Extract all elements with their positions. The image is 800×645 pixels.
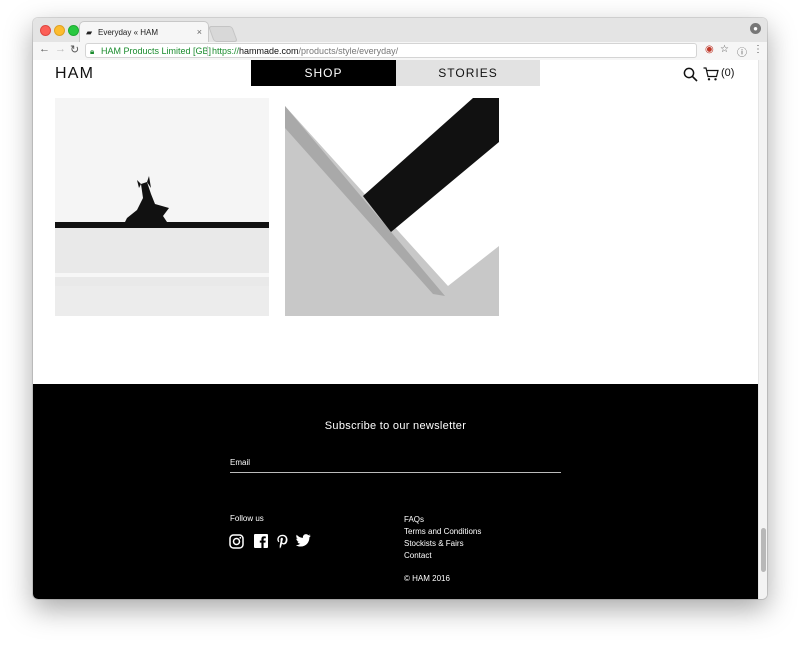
close-window-button[interactable] [40,25,51,36]
link-contact[interactable]: Contact [404,550,481,562]
page-scrollbar[interactable] [758,60,767,599]
page-viewport: HAM SHOP STORIES (0) Subscribe to our ne… [33,60,758,599]
product-image-rabbit[interactable] [55,98,269,316]
email-field[interactable]: Email [230,458,561,473]
nav-stories[interactable]: STORIES [396,60,540,86]
maximize-window-button[interactable] [68,25,79,36]
search-icon[interactable] [683,67,698,82]
cart-count: (0) [721,67,735,79]
menu-icon[interactable]: ⋮ [753,44,763,55]
browser-window: ▰ Everyday « HAM × ● ← → ↻ 🔒︎ HAM Produc… [33,18,767,599]
footer-links: FAQs Terms and Conditions Stockists & Fa… [404,514,481,562]
copyright: © HAM 2016 [404,574,450,583]
browser-tab[interactable]: ▰ Everyday « HAM × [79,21,209,43]
title-bar: ▰ Everyday « HAM × ● [33,18,767,43]
pinterest-icon[interactable] [276,534,289,549]
lock-icon: 🔒︎ [90,47,95,56]
browser-toolbar: ← → ↻ 🔒︎ HAM Products Limited [GB] https… [33,42,767,61]
instagram-icon[interactable] [229,534,244,549]
url-text: https://hammade.com/products/style/every… [212,46,399,56]
cart-button[interactable]: (0) [703,67,734,84]
extension-icon[interactable]: ◉ [705,44,714,55]
nav-shop[interactable]: SHOP [251,60,396,86]
bookmark-star-icon[interactable]: ☆ [720,44,729,55]
facebook-icon[interactable] [254,534,268,548]
info-icon[interactable]: ⓘ [737,44,747,59]
forward-icon[interactable]: → [55,43,66,55]
new-tab-button[interactable] [208,26,238,42]
cart-icon [703,67,719,81]
certificate-name: HAM Products Limited [GB] [101,46,212,56]
tab-close-icon[interactable]: × [197,27,202,37]
profile-icon[interactable]: ● [750,23,761,34]
link-terms[interactable]: Terms and Conditions [404,526,481,538]
twitter-icon[interactable] [296,534,311,547]
tab-title: Everyday « HAM [98,28,159,37]
site-logo[interactable]: HAM [55,65,94,83]
back-icon[interactable]: ← [39,43,50,55]
address-bar[interactable]: 🔒︎ HAM Products Limited [GB] https://ham… [85,43,697,58]
favicon-icon: ▰ [86,28,93,37]
minimize-window-button[interactable] [54,25,65,36]
newsletter-title: Subscribe to our newsletter [324,420,467,432]
link-stockists[interactable]: Stockists & Fairs [404,538,481,550]
address-separator [207,46,208,56]
reload-icon[interactable]: ↻ [70,43,79,56]
follow-label: Follow us [230,514,264,523]
scrollbar-thumb[interactable] [761,528,766,572]
link-faqs[interactable]: FAQs [404,514,481,526]
site-footer: Subscribe to our newsletter Email Follow… [33,384,758,599]
product-image-angle[interactable] [285,98,499,316]
